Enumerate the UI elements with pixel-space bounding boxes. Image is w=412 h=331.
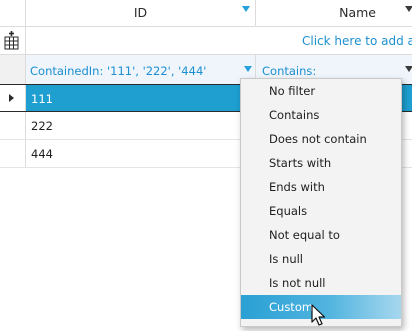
dropdown-item-is-null[interactable]: Is null	[241, 247, 401, 271]
header-indicator-cell	[0, 0, 26, 26]
dropdown-item-starts-with[interactable]: Starts with	[241, 151, 401, 175]
dropdown-item-label: Is not null	[269, 276, 326, 290]
dropdown-item-label: Contains	[269, 108, 320, 122]
column-header-name-label: Name	[339, 5, 376, 20]
cell-id[interactable]: 222	[26, 112, 256, 139]
new-row-text-cell[interactable]: Click here to add a new row	[26, 27, 412, 54]
funnel-icon[interactable]	[405, 66, 412, 72]
dropdown-item-does-not-contain[interactable]: Does not contain	[241, 127, 401, 151]
filter-indicator-cell	[0, 55, 26, 84]
cell-id-value: 444	[31, 147, 53, 161]
cell-id-value: 111	[31, 92, 53, 106]
dropdown-item-ends-with[interactable]: Ends with	[241, 175, 401, 199]
add-new-row-link[interactable]: Click here to add a new row	[302, 34, 412, 48]
dropdown-item-label: Ends with	[269, 180, 325, 194]
filter-id-text: ContainedIn: '111', '222', '444'	[30, 64, 207, 78]
add-row-icon	[4, 31, 19, 50]
dropdown-item-not-equal-to[interactable]: Not equal to	[241, 223, 401, 247]
dropdown-item-label: Is null	[269, 252, 304, 266]
cell-id[interactable]: 111	[26, 85, 256, 111]
funnel-icon[interactable]	[244, 66, 252, 72]
row-indicator-arrow-icon	[9, 94, 14, 102]
cell-id[interactable]: 444	[26, 140, 256, 167]
new-row-indicator-cell	[0, 27, 26, 54]
funnel-icon[interactable]	[242, 6, 250, 12]
filter-name-text: Contains:	[262, 64, 317, 78]
cell-id-value: 222	[31, 119, 53, 133]
filter-operator-dropdown: No filter Contains Does not contain Star…	[240, 78, 402, 327]
dropdown-item-no-filter[interactable]: No filter	[241, 79, 401, 103]
dropdown-item-is-not-null[interactable]: Is not null	[241, 271, 401, 295]
dropdown-item-label: Equals	[269, 204, 308, 218]
funnel-icon[interactable]	[405, 6, 412, 12]
new-row[interactable]: Click here to add a new row	[0, 27, 412, 55]
column-header-id-label: ID	[133, 5, 148, 20]
mouse-pointer-icon	[311, 304, 326, 326]
row-indicator-cell	[0, 140, 26, 167]
dropdown-item-label: No filter	[269, 84, 316, 98]
column-header-id[interactable]: ID	[26, 0, 256, 26]
dropdown-item-label: Custom	[269, 300, 314, 314]
row-indicator-cell	[0, 112, 26, 139]
dropdown-item-label: Not equal to	[269, 228, 340, 242]
dropdown-item-contains[interactable]: Contains	[241, 103, 401, 127]
dropdown-item-label: Starts with	[269, 156, 332, 170]
column-header-row: ID Name	[0, 0, 412, 27]
dropdown-item-equals[interactable]: Equals	[241, 199, 401, 223]
column-header-name[interactable]: Name	[256, 0, 412, 26]
dropdown-item-label: Does not contain	[269, 132, 367, 146]
filter-cell-id[interactable]: ContainedIn: '111', '222', '444'	[26, 55, 256, 84]
row-indicator-cell	[0, 85, 26, 111]
